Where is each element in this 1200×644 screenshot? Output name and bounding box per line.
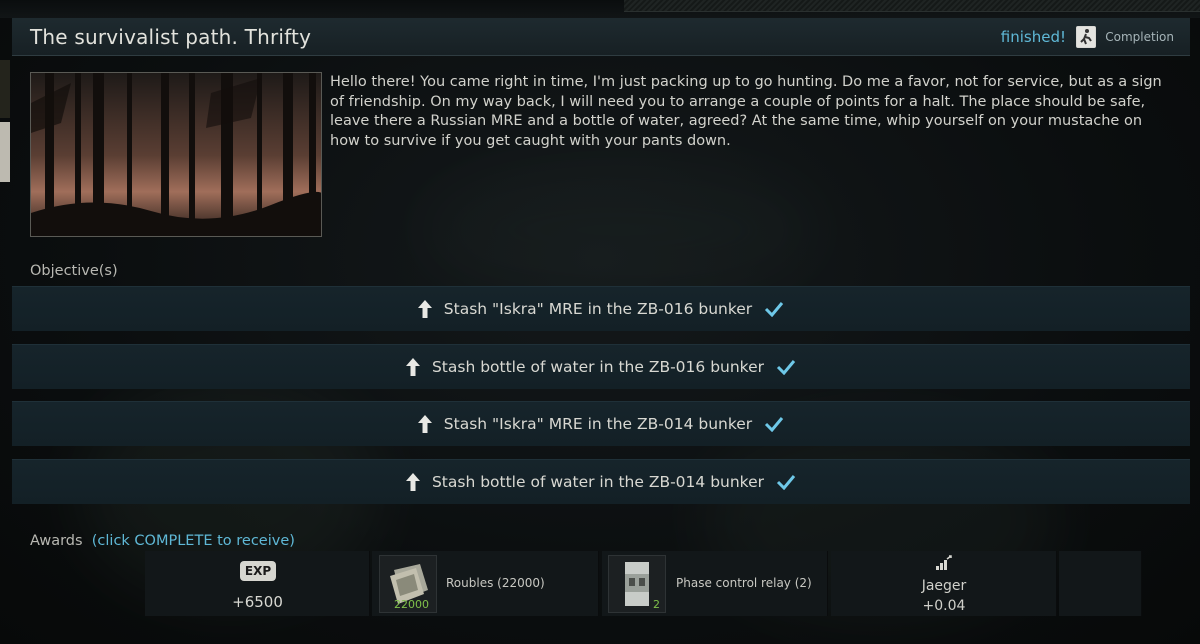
exp-value: +6500: [232, 593, 283, 611]
side-tab[interactable]: [0, 60, 10, 118]
quest-status: finished!: [1000, 28, 1066, 46]
checkmark-icon: [765, 302, 784, 317]
quest-title: The survivalist path. Thrifty: [30, 25, 312, 49]
awards-label: Awards: [30, 533, 83, 549]
objective-label: Stash bottle of water in the ZB-014 bunk…: [431, 473, 765, 491]
relay-label: Phase control relay (2): [676, 576, 812, 590]
window-frame-decoration: [624, 0, 1200, 12]
award-roubles[interactable]: 22000 Roubles (22000): [372, 551, 599, 616]
trader-reputation-value: +0.04: [922, 598, 966, 614]
objectives-heading: Objective(s): [30, 263, 118, 279]
awards-heading: Awards (click COMPLETE to receive): [30, 533, 295, 549]
objective-row: Stash bottle of water in the ZB-016 bunk…: [12, 344, 1190, 389]
side-tab-active[interactable]: [0, 122, 10, 182]
objective-row: Stash "Iskra" MRE in the ZB-014 bunker: [12, 401, 1190, 446]
award-empty-slot: [1059, 551, 1142, 616]
completion-button[interactable]: Completion: [1105, 30, 1174, 44]
relay-thumbnail: 2: [608, 555, 666, 613]
trader-name: Jaeger: [921, 578, 967, 594]
objective-row: Stash bottle of water in the ZB-014 bunk…: [12, 459, 1190, 504]
exp-badge: EXP: [240, 561, 276, 581]
objective-label: Stash "Iskra" MRE in the ZB-016 bunker: [443, 300, 753, 318]
objective-label: Stash bottle of water in the ZB-016 bunk…: [431, 358, 765, 376]
quest-image: [30, 72, 322, 237]
up-arrow-icon: [405, 358, 420, 376]
objective-label: Stash "Iskra" MRE in the ZB-014 bunker: [443, 415, 753, 433]
top-strip: [0, 0, 1200, 18]
objective-row: Stash "Iskra" MRE in the ZB-016 bunker: [12, 286, 1190, 331]
signal-bars-icon: [936, 555, 952, 570]
relay-count: 2: [653, 598, 660, 611]
award-item-relay[interactable]: 2 Phase control relay (2): [602, 551, 828, 616]
up-arrow-icon: [417, 415, 432, 433]
checkmark-icon: [765, 417, 784, 432]
roubles-thumbnail: 22000: [379, 555, 437, 613]
roubles-count: 22000: [394, 598, 429, 611]
checkmark-icon: [776, 360, 796, 375]
up-arrow-icon: [405, 473, 420, 491]
checkmark-icon: [776, 475, 796, 490]
exit-door-icon[interactable]: [1076, 26, 1096, 48]
award-exp: EXP +6500: [145, 551, 370, 616]
award-reputation: Jaeger +0.04: [831, 551, 1057, 616]
quest-header: The survivalist path. Thrifty finished! …: [12, 18, 1190, 56]
roubles-label: Roubles (22000): [446, 576, 545, 590]
awards-hint: (click COMPLETE to receive): [91, 533, 295, 549]
up-arrow-icon: [417, 300, 432, 318]
quest-description: Hello there! You came right in time, I'm…: [330, 74, 1162, 149]
